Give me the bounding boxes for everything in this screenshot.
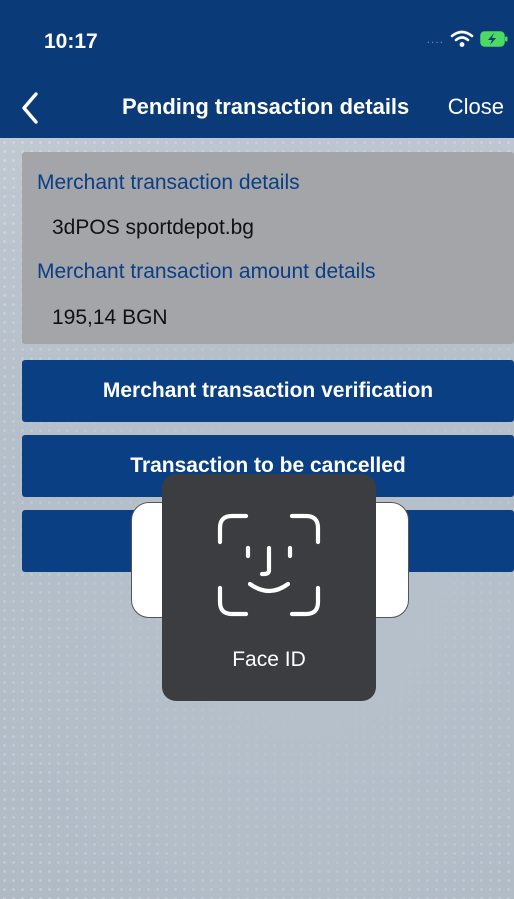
battery-charging-icon (480, 31, 508, 47)
back-button[interactable] (18, 88, 48, 128)
merchant-details-value: 3dPOS sportdepot.bg (52, 216, 254, 239)
transaction-details-card: Merchant transaction details 3dPOS sport… (22, 152, 514, 344)
close-button[interactable]: Close (448, 94, 504, 120)
signal-dots: .... (426, 32, 444, 46)
wifi-icon (450, 30, 474, 47)
verification-button[interactable]: Merchant transaction verification (22, 360, 514, 422)
amount-details-value: 195,14 BGN (52, 306, 168, 329)
face-id-icon (217, 513, 321, 617)
status-time: 10:17 (44, 30, 98, 53)
face-id-overlay: Face ID (162, 474, 376, 701)
app-screen: 10:17 .... Pending transaction details C… (0, 0, 514, 899)
header-bar: 10:17 .... Pending transaction details C… (0, 0, 514, 138)
chevron-left-icon (22, 92, 38, 124)
amount-details-label: Merchant transaction amount details (37, 260, 376, 283)
page-title: Pending transaction details (122, 94, 410, 119)
status-icons: .... (427, 30, 508, 48)
face-id-label: Face ID (232, 648, 306, 671)
merchant-details-label: Merchant transaction details (37, 171, 300, 194)
